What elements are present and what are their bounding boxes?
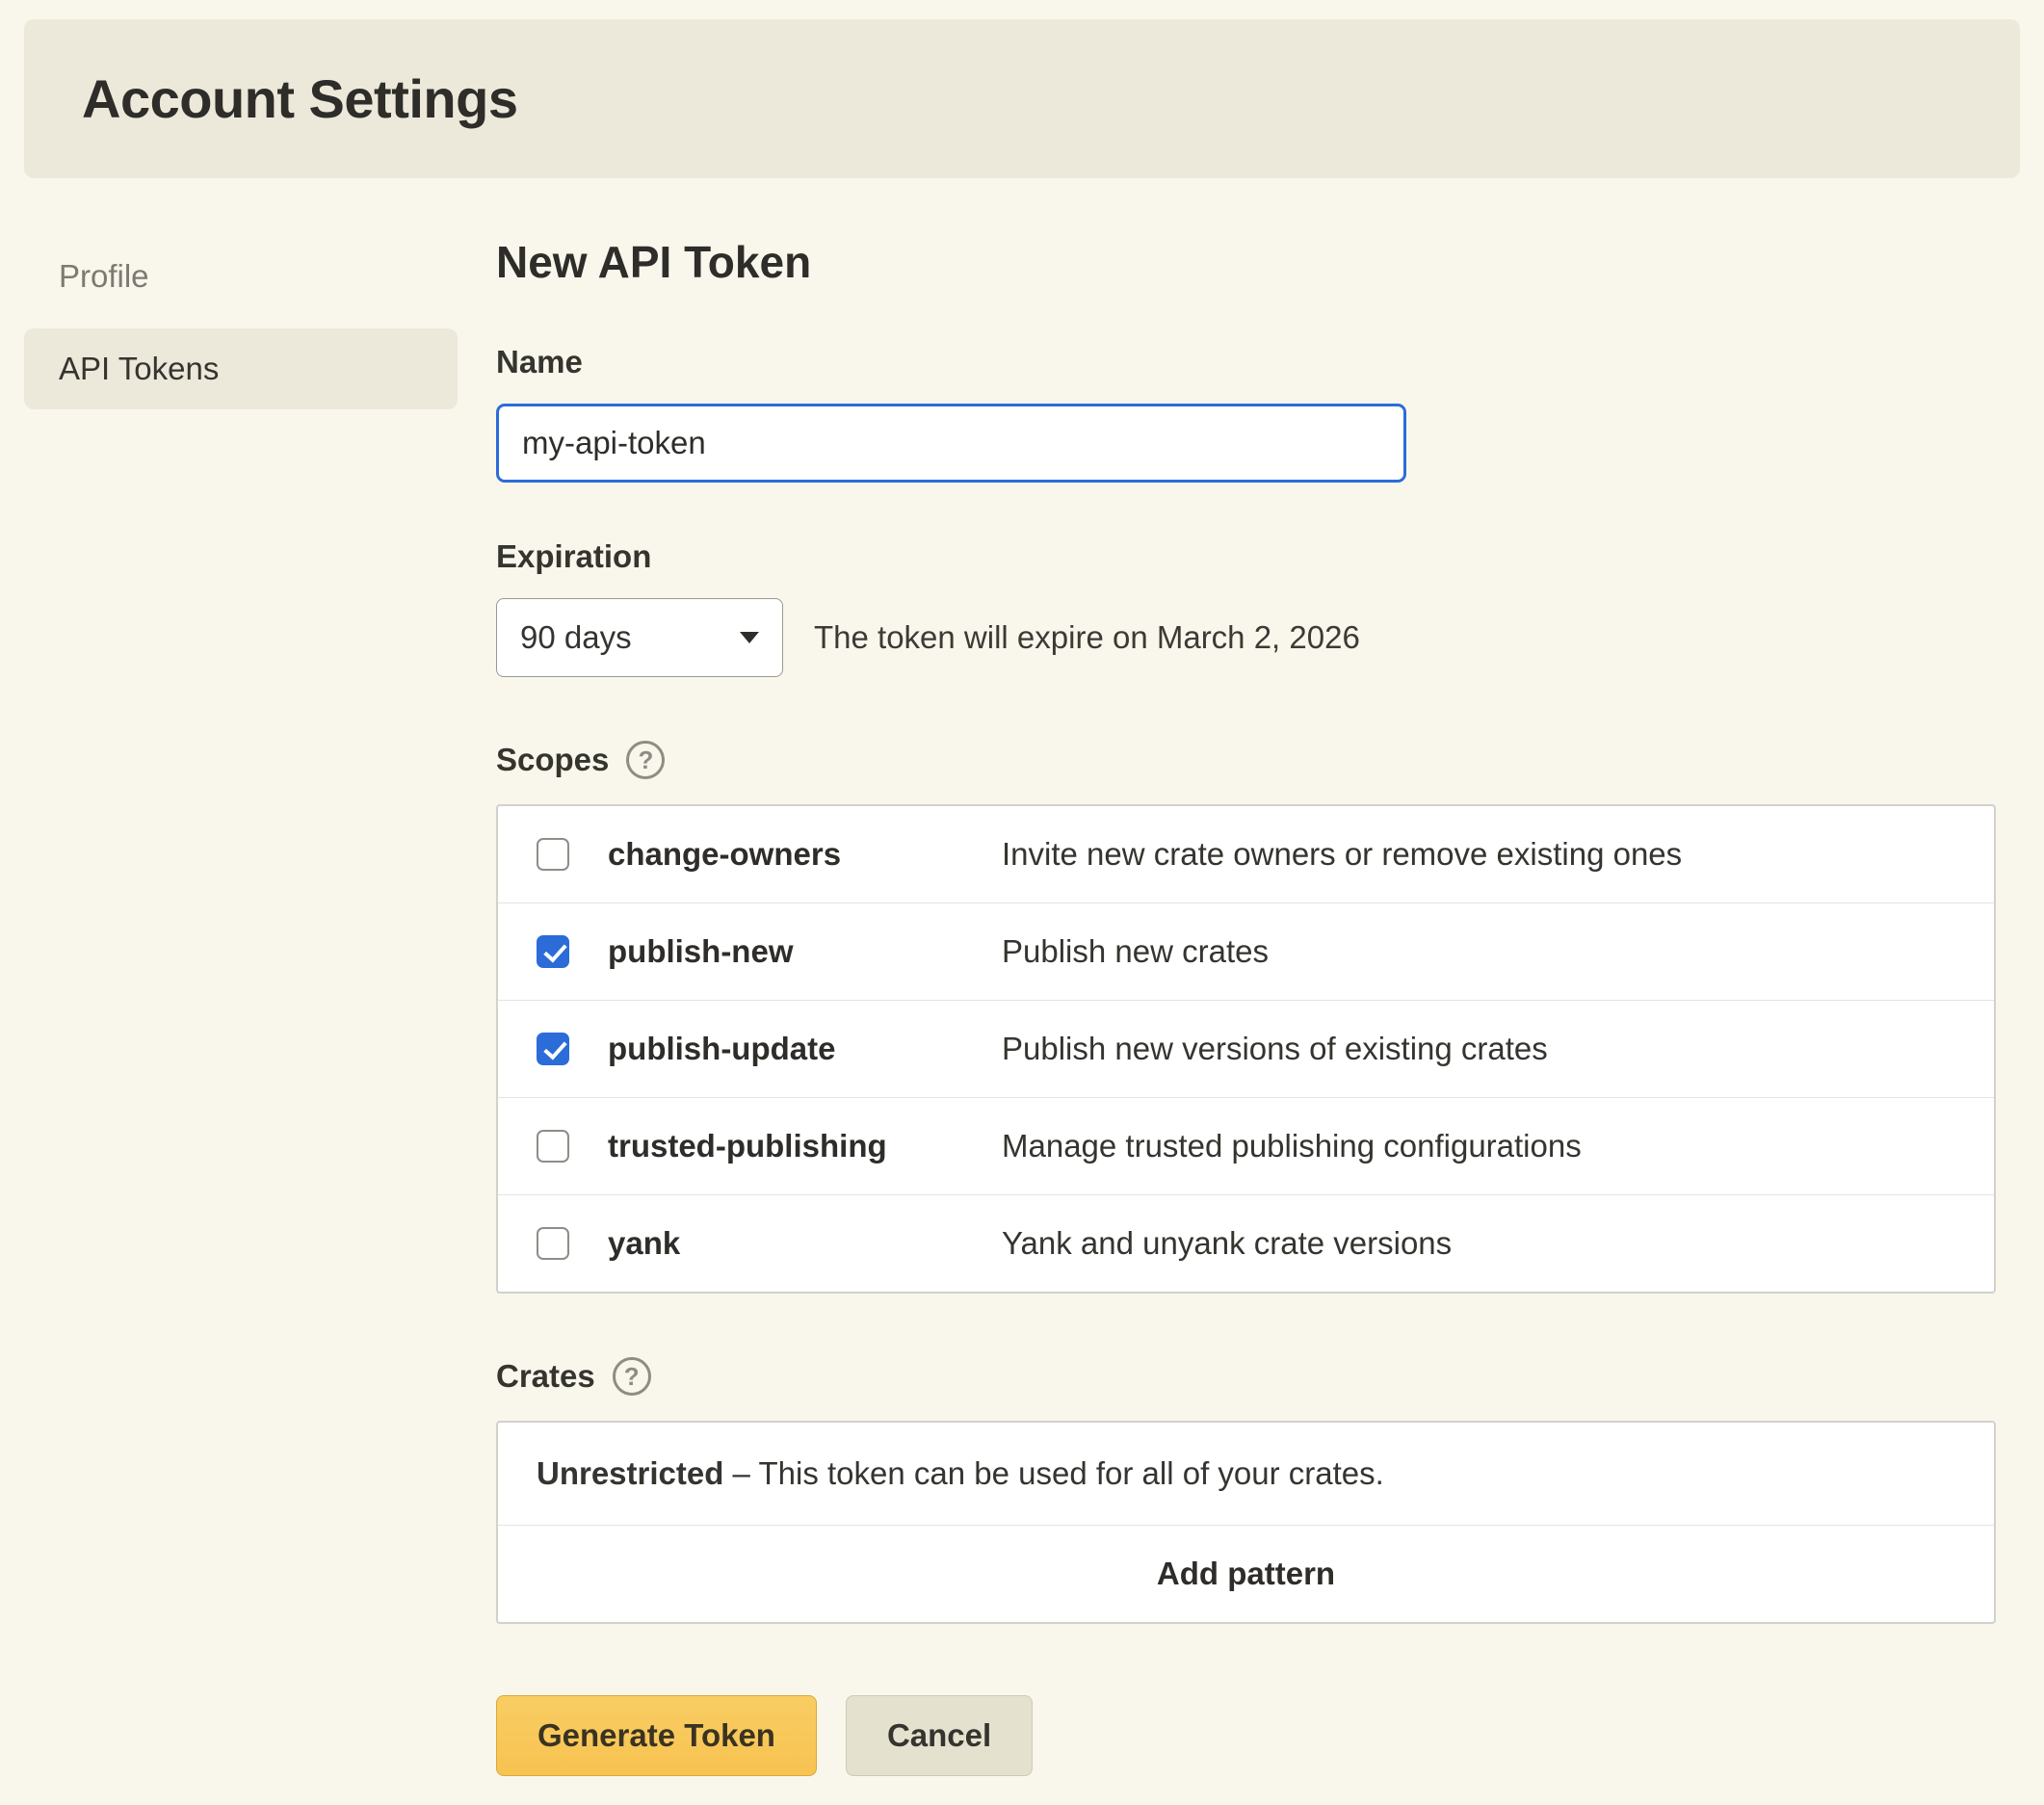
scopes-table: change-owners Invite new crate owners or…	[496, 804, 1996, 1294]
expiration-label: Expiration	[496, 538, 1996, 575]
expiration-select[interactable]: 90 days	[496, 598, 783, 677]
cancel-button[interactable]: Cancel	[846, 1695, 1033, 1776]
generate-token-button[interactable]: Generate Token	[496, 1695, 817, 1776]
scope-checkbox-change-owners[interactable]	[537, 838, 569, 871]
expiration-row: 90 days The token will expire on March 2…	[496, 598, 1996, 677]
help-icon[interactable]: ?	[613, 1357, 651, 1396]
scopes-label: Scopes	[496, 742, 609, 778]
form-title: New API Token	[496, 236, 1996, 288]
scope-row-change-owners: change-owners Invite new crate owners or…	[498, 806, 1994, 902]
scope-label: trusted-publishing	[608, 1128, 969, 1164]
page-title: Account Settings	[82, 67, 1962, 130]
name-label: Name	[496, 344, 1996, 380]
scope-checkbox-publish-update[interactable]	[537, 1033, 569, 1065]
add-pattern-button[interactable]: Add pattern	[498, 1525, 1994, 1622]
scope-row-publish-new: publish-new Publish new crates	[498, 902, 1994, 1000]
scopes-header: Scopes ?	[496, 741, 1996, 779]
crates-box: Unrestricted – This token can be used fo…	[496, 1421, 1996, 1624]
sidebar-item-label: Profile	[59, 258, 149, 294]
sidebar-item-api-tokens[interactable]: API Tokens	[24, 328, 458, 409]
scope-row-trusted-publishing: trusted-publishing Manage trusted publis…	[498, 1097, 1994, 1194]
expiration-selected-value: 90 days	[520, 619, 632, 656]
scope-description: Publish new crates	[1002, 933, 1955, 970]
expiration-note: The token will expire on March 2, 2026	[814, 619, 1360, 656]
chevron-down-icon	[740, 632, 759, 643]
scope-checkbox-yank[interactable]	[537, 1227, 569, 1260]
settings-sidebar: Profile API Tokens	[24, 236, 458, 409]
scope-row-publish-update: publish-update Publish new versions of e…	[498, 1000, 1994, 1097]
sidebar-item-profile[interactable]: Profile	[24, 236, 458, 317]
form-actions: Generate Token Cancel	[496, 1695, 1996, 1776]
crates-unrestricted-row: Unrestricted – This token can be used fo…	[498, 1423, 1994, 1525]
scope-row-yank: yank Yank and unyank crate versions	[498, 1194, 1994, 1292]
scope-label: yank	[608, 1225, 969, 1262]
scope-description: Manage trusted publishing configurations	[1002, 1128, 1955, 1164]
token-name-input[interactable]	[496, 404, 1406, 483]
scope-label: publish-new	[608, 933, 969, 970]
crates-header: Crates ?	[496, 1357, 1996, 1396]
scope-description: Invite new crate owners or remove existi…	[1002, 836, 1955, 873]
scope-checkbox-publish-new[interactable]	[537, 935, 569, 968]
sidebar-item-label: API Tokens	[59, 351, 219, 386]
scope-description: Publish new versions of existing crates	[1002, 1031, 1955, 1067]
unrestricted-label: Unrestricted	[537, 1455, 723, 1491]
scope-description: Yank and unyank crate versions	[1002, 1225, 1955, 1262]
scope-label: change-owners	[608, 836, 969, 873]
page-header: Account Settings	[24, 19, 2020, 178]
new-api-token-form: New API Token Name Expiration 90 days Th…	[496, 236, 2020, 1776]
content-area: Profile API Tokens New API Token Name Ex…	[24, 236, 2020, 1776]
help-icon[interactable]: ?	[626, 741, 665, 779]
scope-checkbox-trusted-publishing[interactable]	[537, 1130, 569, 1163]
account-settings-page: Account Settings Profile API Tokens New …	[0, 0, 2044, 1805]
scope-label: publish-update	[608, 1031, 969, 1067]
unrestricted-text: – This token can be used for all of your…	[723, 1455, 1383, 1491]
crates-label: Crates	[496, 1358, 595, 1395]
